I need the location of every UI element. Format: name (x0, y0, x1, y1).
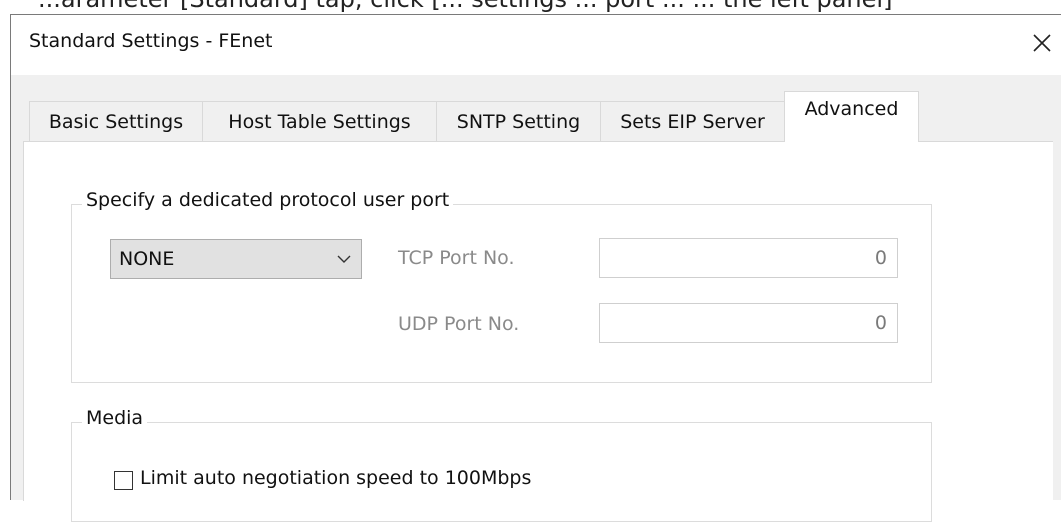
tab-label: Basic Settings (48, 110, 184, 133)
tcp-port-label: TCP Port No. (398, 247, 515, 269)
close-button[interactable] (1022, 21, 1061, 65)
standard-settings-dialog: Standard Settings - FEnet Basic Settings… (10, 14, 1061, 522)
tab-basic-settings[interactable]: Basic Settings (29, 101, 203, 141)
close-icon (1033, 34, 1051, 52)
udp-port-field[interactable]: 0 (599, 303, 898, 343)
dialog-titlebar: Standard Settings - FEnet (11, 15, 1061, 75)
tab-label: SNTP Setting (456, 110, 581, 133)
tab-advanced[interactable]: Advanced (784, 91, 919, 142)
media-group-legend: Media (82, 407, 148, 429)
tab-strip: Basic Settings Host Table Settings SNTP … (11, 89, 1061, 142)
tcp-port-field[interactable]: 0 (599, 238, 898, 278)
udp-port-label: UDP Port No. (398, 313, 520, 335)
limit-speed-label[interactable]: Limit auto negotiation speed to 100Mbps (140, 467, 531, 489)
dialog-title: Standard Settings - FEnet (29, 30, 273, 52)
tab-label: Host Table Settings (228, 110, 411, 133)
media-group: Media Limit auto negotiation speed to 10… (71, 407, 932, 522)
limit-speed-checkbox[interactable] (114, 471, 133, 490)
tab-label: Advanced (804, 98, 899, 120)
protocol-select[interactable]: NONE (110, 239, 362, 279)
background-document-strip: ...arameter [Standard] tap, click [... s… (0, 0, 1061, 14)
tab-label: Sets EIP Server (620, 110, 765, 133)
tab-host-table-settings[interactable]: Host Table Settings (202, 101, 437, 141)
protocol-port-group-legend: Specify a dedicated protocol user port (82, 189, 454, 211)
advanced-tab-panel: Specify a dedicated protocol user port N… (23, 141, 1053, 522)
protocol-select-value: NONE (119, 248, 175, 270)
tab-sntp-setting[interactable]: SNTP Setting (436, 101, 601, 141)
tab-sets-eip-server[interactable]: Sets EIP Server (600, 101, 785, 141)
background-partial-text: ...arameter [Standard] tap, click [... s… (38, 0, 892, 13)
chevron-down-icon (337, 254, 351, 264)
protocol-port-group: Specify a dedicated protocol user port N… (71, 189, 932, 383)
